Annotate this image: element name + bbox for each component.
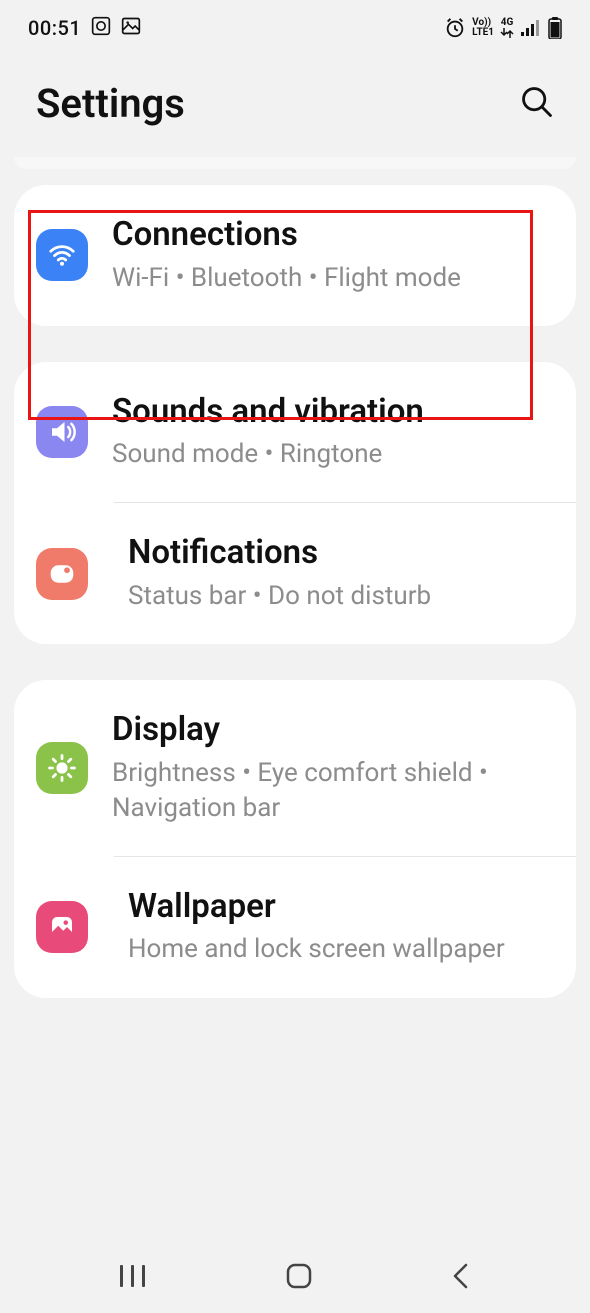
system-nav-bar [0,1243,590,1313]
item-title: Wallpaper [128,887,550,927]
item-text: Notifications Status bar • Do not distur… [128,533,550,614]
settings-group-sound: Sounds and vibration Sound mode • Ringto… [14,362,576,644]
settings-header: Settings [0,56,590,157]
search-icon [520,85,554,119]
sound-icon [36,406,88,458]
gallery-icon [121,16,141,41]
item-title: Sounds and vibration [112,392,550,432]
item-subtitle: Home and lock screen wallpaper [128,932,550,967]
previous-group-edge [14,157,576,169]
home-icon [284,1261,314,1291]
wallpaper-icon [36,901,88,953]
settings-group-display: Display Brightness • Eye comfort shield … [14,680,576,997]
status-right: Vo)) LTE1 4G [444,17,562,39]
clock-app-icon [91,16,111,41]
recents-icon [118,1263,148,1289]
page-title: Settings [36,80,185,127]
settings-group-connections: Connections Wi‑Fi • Bluetooth • Flight m… [14,185,576,326]
item-subtitle: Brightness • Eye comfort shield • Naviga… [112,756,550,826]
settings-item-display[interactable]: Display Brightness • Eye comfort shield … [14,680,576,856]
item-text: Connections Wi‑Fi • Bluetooth • Flight m… [112,215,550,296]
item-text: Sounds and vibration Sound mode • Ringto… [112,392,550,473]
status-time: 00:51 [28,16,81,40]
battery-icon [548,17,562,39]
settings-item-wallpaper[interactable]: Wallpaper Home and lock screen wallpaper [114,856,576,998]
nav-recents-button[interactable] [118,1263,148,1293]
settings-item-connections[interactable]: Connections Wi‑Fi • Bluetooth • Flight m… [14,185,576,326]
item-title: Notifications [128,533,550,573]
back-icon [450,1261,472,1291]
item-title: Display [112,710,550,750]
nav-back-button[interactable] [450,1261,472,1295]
display-icon [36,742,88,794]
nav-home-button[interactable] [284,1261,314,1295]
search-button[interactable] [520,85,554,123]
network-type: 4G [500,18,514,38]
item-title: Connections [112,215,550,255]
item-subtitle: Wi‑Fi • Bluetooth • Flight mode [112,261,550,296]
signal-icon [520,19,542,37]
item-subtitle: Sound mode • Ringtone [112,437,550,472]
wifi-icon [36,229,88,281]
settings-item-notifications[interactable]: Notifications Status bar • Do not distur… [114,502,576,644]
notifications-icon [36,548,88,600]
item-subtitle: Status bar • Do not disturb [128,579,550,614]
settings-item-sounds[interactable]: Sounds and vibration Sound mode • Ringto… [14,362,576,503]
volte-indicator: Vo)) LTE1 [472,18,494,38]
status-left: 00:51 [28,16,141,41]
item-text: Display Brightness • Eye comfort shield … [112,710,550,826]
alarm-icon [444,17,466,39]
status-bar: 00:51 Vo)) LTE1 4G [0,0,590,56]
item-text: Wallpaper Home and lock screen wallpaper [128,887,550,968]
